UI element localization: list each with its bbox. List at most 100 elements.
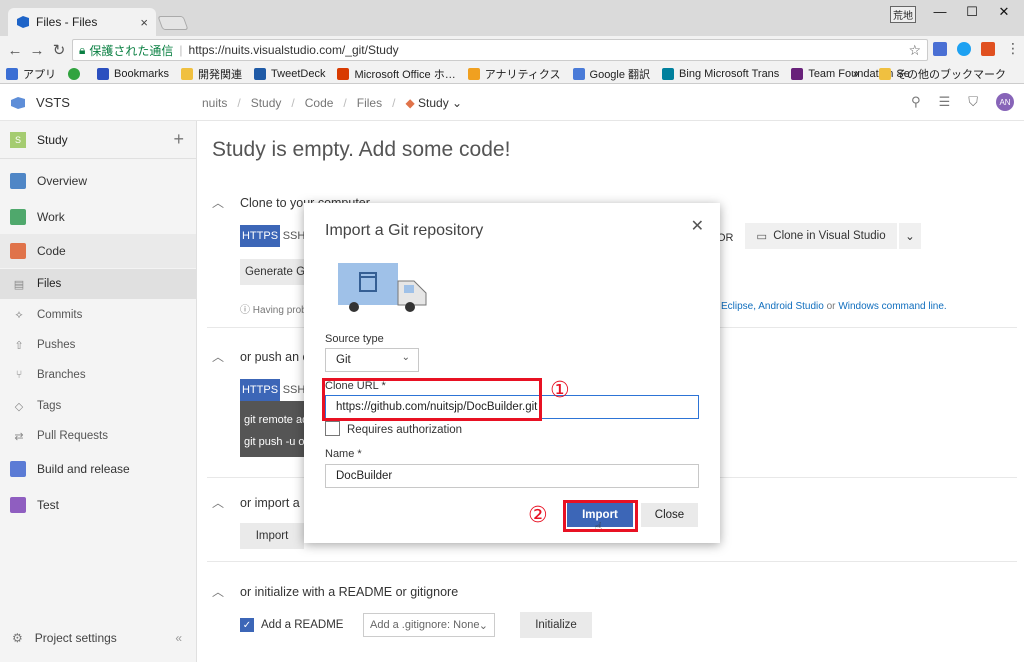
gitignore-select[interactable]: Add a .gitignore: None ⌄ [363,613,495,637]
tab-close-icon[interactable]: × [140,15,148,30]
git-icon: ◆ [405,96,415,110]
project-settings[interactable]: ⚙ Project settings « [0,631,196,645]
bookmark-star-icon[interactable]: ☆ [908,42,921,59]
bookmark-item[interactable]: Microsoft Office ホ… [337,66,456,82]
gear-icon: ⚙ [12,631,23,645]
files-icon: ▤ [13,278,25,291]
chevron-down-icon: ⌄ [905,231,915,243]
close-button[interactable]: Close [641,503,698,527]
avatar[interactable]: AN [996,93,1014,111]
initialize-button[interactable]: Initialize [520,612,592,638]
tweetdeck-icon [254,67,267,80]
eclipse-link[interactable]: Eclipse, Android Studio [721,301,824,312]
breadcrumb-files[interactable]: Files [357,96,382,110]
globe-icon [68,67,80,80]
marketplace-icon[interactable]: ⛉ [968,94,978,110]
source-type-select[interactable]: Git ⌄ [325,348,419,372]
add-readme-checkbox[interactable]: ✓ Add a README [240,618,343,632]
sidebar-item-overview[interactable]: Overview [0,171,196,191]
windows-cmd-link[interactable]: Windows command line. [838,301,946,312]
star-icon [97,67,109,80]
browser-tab[interactable]: Files - Files × [8,8,156,36]
repo-selector[interactable]: ◆ Study ⌄ [405,96,462,110]
chevron-up-icon: ︿ [212,196,225,210]
breadcrumb-account[interactable]: nuits [202,96,227,110]
work-icon [10,209,26,225]
extension-icon[interactable] [933,42,947,56]
section-push[interactable]: ︿ or push an e [212,348,310,365]
bookmark-icon-only[interactable] [68,67,85,80]
reload-icon[interactable]: ↻ [48,41,70,59]
ssh-toggle[interactable]: SSH [283,379,306,401]
sidebar-item-commits[interactable]: ⟡ Commits [0,307,196,323]
bookmark-item[interactable]: Bookmarks [97,67,169,80]
sidebar-item-build[interactable]: Build and release [0,459,196,479]
sidebar-item-pushes[interactable]: ⇧ Pushes [0,337,196,353]
sidebar-item-tags[interactable]: ◇ Tags [0,398,196,414]
sidebar-item-work[interactable]: Work [0,207,196,227]
close-window-button[interactable]: ✕ [988,4,1020,20]
dialog-title: Import a Git repository [325,222,484,239]
truck-illustration [338,263,427,312]
bookmark-item[interactable]: アナリティクス [467,66,561,82]
section-import[interactable]: ︿ or import a [212,494,300,511]
list-icon[interactable]: ☰ [939,94,951,110]
https-toggle[interactable]: HTTPS [240,225,280,247]
menu-icon[interactable]: ⋮ [1006,40,1020,57]
bookmark-folder[interactable]: 開発関連 [181,66,242,82]
browser-titlebar: Files - Files × 荒地 — ☐ ✕ [0,0,1024,36]
new-tab-button[interactable] [157,16,189,30]
monitor-icon: ▭ [756,231,768,243]
flask-icon [10,497,26,513]
back-icon[interactable]: ← [4,42,26,59]
sidebar: S Study + Overview Work Code ▤ Files ⟡ Com… [0,121,197,662]
clone-in-vs-button[interactable]: ▭ Clone in Visual Studio [745,223,897,249]
security-label: 保護された通信 [89,43,174,58]
app-name[interactable]: VSTS [36,95,70,110]
twitter-extension-icon[interactable] [957,42,971,56]
sidebar-item-files[interactable]: ▤ Files [0,269,196,299]
requires-auth-checkbox[interactable] [325,421,340,436]
highlight-clone-url [322,378,542,421]
clone-dropdown[interactable]: ⌄ [899,223,921,249]
project-header[interactable]: S Study + [0,121,196,159]
bookmarks-overflow[interactable]: » [853,68,859,80]
help-links: Eclipse, Android Studio or Windows comma… [721,301,947,312]
sidebar-item-branches[interactable]: ⑂ Branches [0,367,196,383]
sidebar-item-pull-requests[interactable]: ⇄ Pull Requests [0,428,196,444]
import-repo-button[interactable]: Import [240,523,304,549]
close-icon[interactable]: ✕ [691,216,704,236]
help-text: ⓘ Having prob [240,305,307,316]
generate-credentials-button[interactable]: Generate G [240,259,310,285]
bookmark-item[interactable]: Google 翻訳 [572,66,650,82]
https-toggle[interactable]: HTTPS [240,379,280,401]
forward-icon[interactable]: → [26,42,48,59]
bookmark-item[interactable]: TweetDeck [254,67,325,80]
bing-icon [662,67,675,80]
sidebar-item-code[interactable]: Code [0,234,196,268]
ssh-toggle[interactable]: SSH [283,225,306,247]
maximize-button[interactable]: ☐ [956,4,988,20]
browser-toolbar: ← → ↻ 🔒︎ 保護された通信 | https://nuits.visuals… [0,36,1024,64]
profile-badge[interactable]: 荒地 [890,6,916,23]
overview-icon [10,173,26,189]
bookmark-item[interactable]: Bing Microsoft Trans [662,67,779,80]
chevron-up-icon: ︿ [212,350,225,364]
extension-icon[interactable] [981,42,995,56]
search-icon[interactable]: ⚲ [911,94,921,110]
minimize-button[interactable]: — [924,4,956,20]
other-bookmarks[interactable]: その他のブックマーク [879,66,1006,82]
section-initialize[interactable]: ︿ or initialize with a README or gitignor… [212,583,458,600]
address-bar[interactable]: 🔒︎ 保護された通信 | https://nuits.visualstudio.… [72,39,928,61]
project-badge: S [10,131,26,148]
branches-icon: ⑂ [15,369,23,381]
analytics-icon [467,67,480,80]
collapse-icon[interactable]: « [175,631,182,645]
add-icon[interactable]: + [173,129,184,150]
bookmark-apps[interactable]: アプリ [6,66,56,82]
breadcrumb-project[interactable]: Study [251,96,282,110]
sidebar-item-test[interactable]: Test [0,495,196,515]
breadcrumb-code[interactable]: Code [305,96,334,110]
info-icon: ⓘ [240,305,253,316]
name-input[interactable]: DocBuilder [325,464,699,488]
